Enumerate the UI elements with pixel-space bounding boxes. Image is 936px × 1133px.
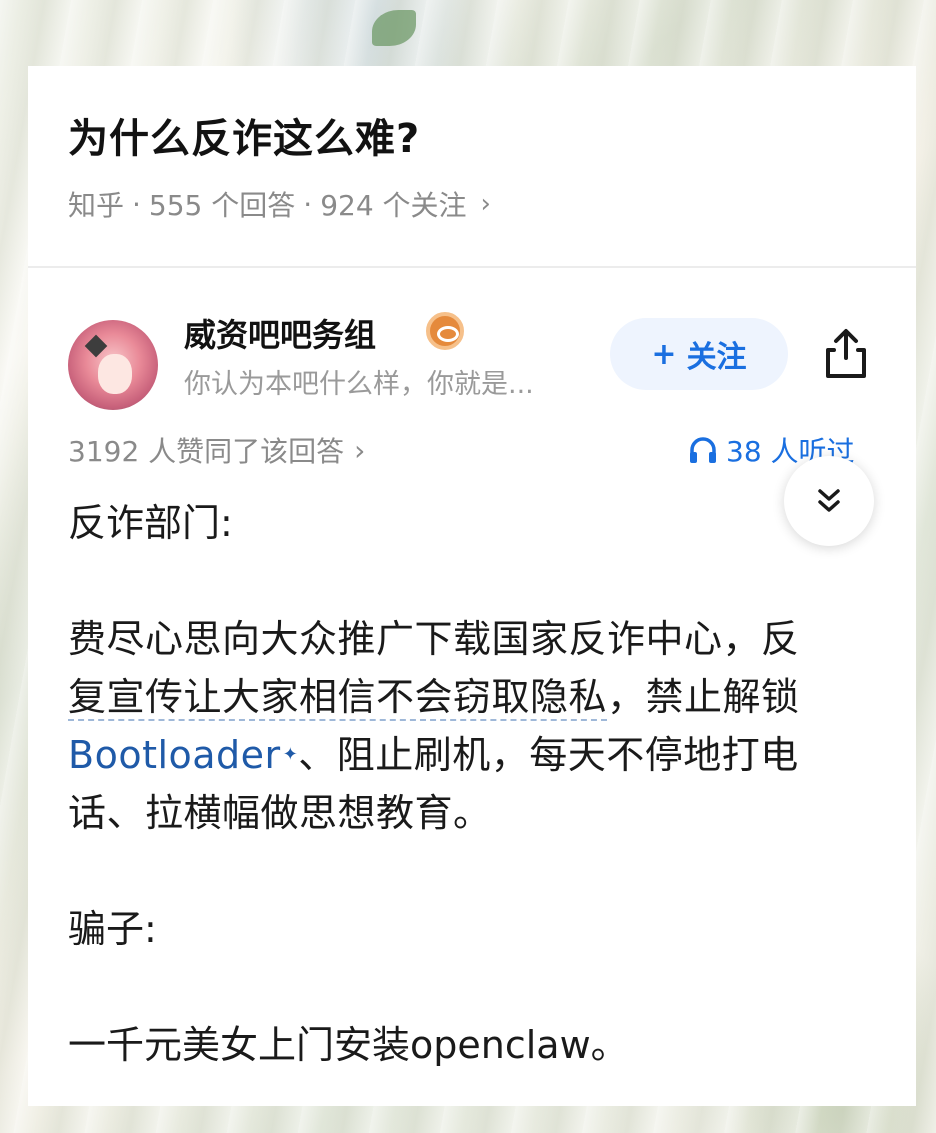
answer-card: 为什么反诈这么难? 知乎 · 555 个回答 · 924 个关注 › 威资吧吧务… (28, 66, 916, 1106)
likes-link[interactable]: 3192 人赞同了该回答 › (68, 430, 365, 470)
follow-button[interactable]: + 关注 (610, 318, 788, 390)
plus-icon: + (651, 336, 677, 372)
meta-separator: · (132, 187, 141, 221)
sparkle-icon: ✦ (282, 744, 299, 765)
answer-paragraph-2: 费尽心思向大众推广下载国家反诈中心，反 复宣传让大家相信不会窃取隐私，禁止解锁 … (68, 610, 876, 842)
section-divider (28, 266, 916, 268)
answer-paragraph-1: 反诈部门: (68, 501, 233, 545)
meta-source: 知乎 (68, 189, 125, 222)
meta-follower-count: 924 个关注 (320, 189, 467, 222)
highlighted-phrase[interactable]: 复宣传让大家相信不会窃取隐私 (68, 675, 608, 721)
answer-line-3: 、阻止刷机，每天不停地打电 (298, 733, 799, 777)
avatar-hairclip (84, 334, 108, 358)
headphones-icon (690, 437, 716, 463)
answer-paragraph-4: 一千元美女上门安装openclaw。 (68, 1023, 629, 1067)
question-title[interactable]: 为什么反诈这么难? (68, 106, 420, 164)
chevron-right-icon: › (480, 189, 491, 219)
bootloader-link-text: Bootloader (68, 733, 281, 777)
share-icon[interactable] (822, 328, 870, 380)
answer-paragraph-3: 骗子: (68, 907, 157, 951)
bootloader-link[interactable]: Bootloader ✦ (68, 733, 298, 777)
meta-separator: · (303, 187, 313, 221)
author-avatar[interactable] (68, 320, 158, 410)
avatar-face (98, 354, 132, 394)
answer-line-1: 费尽心思向大众推广下载国家反诈中心，反 (68, 617, 800, 661)
author-bio: 你认为本吧什么样，你就是... (184, 369, 534, 400)
follow-label: 关注 (686, 340, 747, 375)
meta-answer-count: 555 个回答 (148, 189, 296, 222)
question-meta[interactable]: 知乎 · 555 个回答 · 924 个关注 › (68, 184, 491, 224)
eye-badge-icon (426, 312, 464, 350)
likes-count: 3192 人赞同了该回答 (68, 435, 345, 468)
chevron-right-icon: › (354, 433, 366, 467)
answer-line-4: 话、拉横幅做思想教育。 (68, 791, 492, 835)
answer-line-2-rest: ，禁止解锁 (607, 675, 800, 719)
author-name[interactable]: 威资吧吧务组 (184, 310, 376, 356)
answer-content: 反诈部门: 费尽心思向大众推广下载国家反诈中心，反 复宣传让大家相信不会窃取隐私… (68, 494, 876, 1074)
